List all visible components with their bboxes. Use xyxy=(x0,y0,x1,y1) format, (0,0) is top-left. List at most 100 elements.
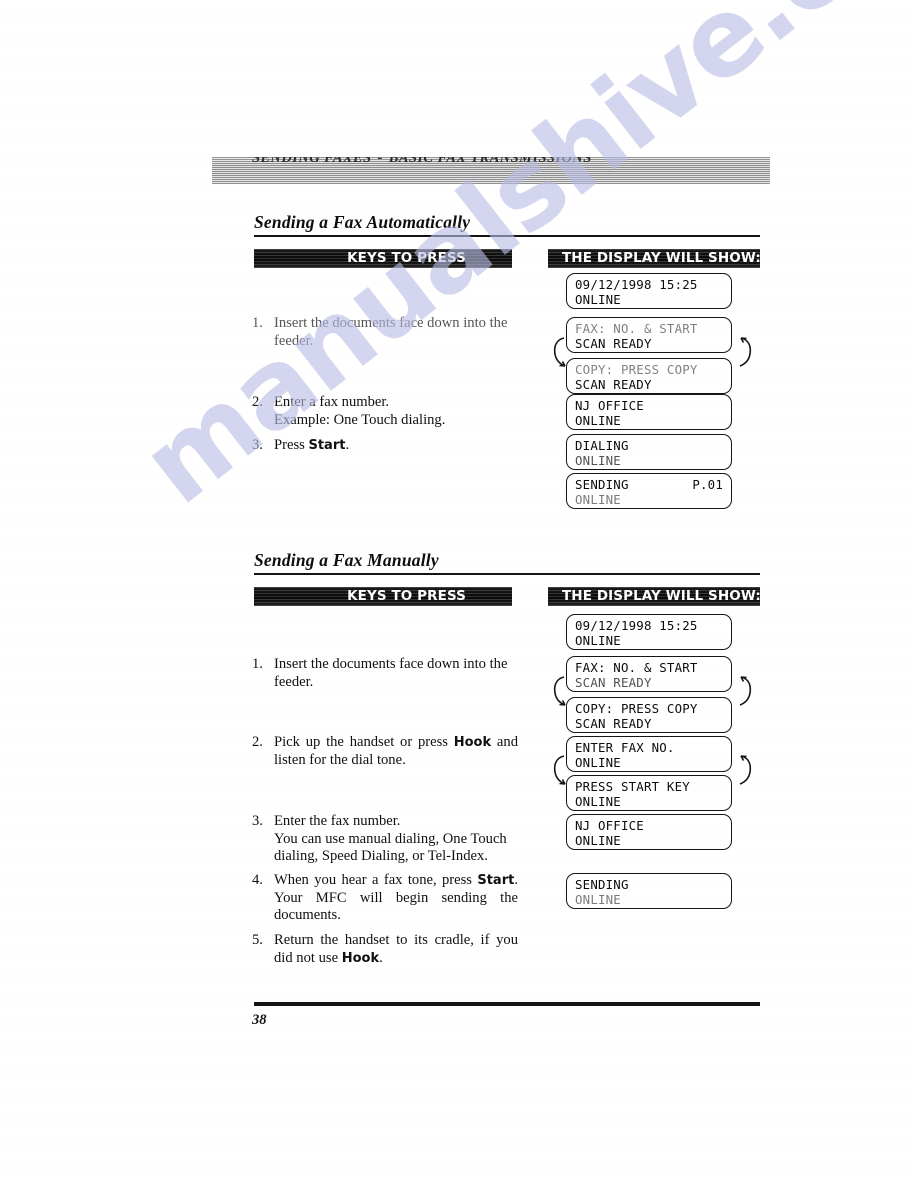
step-text-pre: Return the handset to its cradle, if you… xyxy=(274,932,518,966)
lcd-display-box: PRESS START KEY ONLINE xyxy=(566,775,732,811)
step-item: 2. Enter a fax number. Example: One Touc… xyxy=(252,394,518,429)
step-number: 3. xyxy=(252,437,263,453)
step-keyword-start: Start xyxy=(477,873,515,888)
lcd-display-box: COPY: PRESS COPY SCAN READY xyxy=(566,358,732,394)
column-header-label: KEYS TO PRESS xyxy=(347,588,466,604)
lcd-line-1: 09/12/1998 15:25 xyxy=(575,618,698,633)
page-number: 38 xyxy=(252,1012,267,1028)
footer-rule xyxy=(254,1002,760,1006)
step-text: Press Start. xyxy=(274,437,518,455)
scanned-manual-page: SENDING FAXES - BASIC FAX TRANSMISSIONS Se… xyxy=(0,0,918,1188)
lcd-line-2: ONLINE xyxy=(575,794,621,809)
section-title-automatic: Sending a Fax Automatically xyxy=(254,212,471,232)
cycle-arrow-right xyxy=(734,754,754,786)
lcd-line-2: ONLINE xyxy=(575,453,621,468)
section-rule-manual xyxy=(254,573,760,575)
column-header-label: KEYS TO PRESS xyxy=(347,250,466,266)
lcd-line-1: COPY: PRESS COPY xyxy=(575,701,698,716)
lcd-display-box: COPY: PRESS COPY SCAN READY xyxy=(566,697,732,733)
column-header-label: THE DISPLAY WILL SHOW: xyxy=(562,588,760,604)
step-number: 3. xyxy=(252,813,263,829)
step-keyword-start: Start xyxy=(308,438,346,453)
lcd-display-box: 09/12/1998 15:25 ONLINE xyxy=(566,614,732,650)
step-item: 1. Insert the documents face down into t… xyxy=(252,315,518,350)
step-text: Pick up the handset or press Hook and li… xyxy=(274,734,518,769)
step-text-line2: Example: One Touch dialing. xyxy=(274,411,446,428)
section-title-manual: Sending a Fax Manually xyxy=(254,550,439,570)
step-text-pre: Press xyxy=(274,437,309,453)
step-item: 3. Enter the fax number. You can use man… xyxy=(252,813,518,866)
lcd-display-box: FAX: NO. & START SCAN READY xyxy=(566,656,732,692)
step-text-line1: Enter the fax number. xyxy=(274,813,401,829)
step-keyword-hook: Hook xyxy=(453,735,492,750)
step-text: Enter a fax number. Example: One Touch d… xyxy=(274,394,518,429)
step-text-post: . xyxy=(345,437,350,453)
lcd-line-1: ENTER FAX NO. xyxy=(575,740,675,755)
lcd-line-1: SENDING P.01 xyxy=(575,477,723,492)
lcd-line-1: SENDING xyxy=(575,877,629,892)
step-number: 4. xyxy=(252,872,263,888)
lcd-line-1: DIALING xyxy=(575,438,629,453)
lcd-line-2: ONLINE xyxy=(575,633,621,648)
step-text: When you hear a fax tone, press Start. Y… xyxy=(274,872,518,925)
step-text-line1: Enter a fax number. xyxy=(274,394,390,410)
cycle-arrow-right xyxy=(734,675,754,707)
lcd-line-2: ONLINE xyxy=(575,892,621,907)
running-head-band: SENDING FAXES - BASIC FAX TRANSMISSIONS xyxy=(212,157,770,184)
lcd-line-2: SCAN READY xyxy=(575,336,652,351)
step-item: 3. Press Start. xyxy=(252,437,518,455)
step-item: 2. Pick up the handset or press Hook and… xyxy=(252,734,518,769)
lcd-line-1-right: P.01 xyxy=(692,477,723,492)
lcd-line-1: PRESS START KEY xyxy=(575,779,690,794)
step-text: Insert the documents face down into the … xyxy=(274,656,508,690)
lcd-line-2: ONLINE xyxy=(575,413,621,428)
column-header-label: THE DISPLAY WILL SHOW: xyxy=(562,250,760,266)
lcd-display-box: NJ OFFICE ONLINE xyxy=(566,394,732,430)
lcd-display-box: SENDING P.01 ONLINE xyxy=(566,473,732,509)
lcd-line-1-left: SENDING xyxy=(575,477,629,492)
step-text-pre: When you hear a fax tone, press xyxy=(274,872,478,888)
step-text-pre: Pick up the handset or press xyxy=(274,734,454,750)
running-head-chapter: SENDING FAXES xyxy=(252,157,372,166)
lcd-line-1: COPY: PRESS COPY xyxy=(575,362,698,377)
step-number: 2. xyxy=(252,734,263,750)
lcd-line-2: ONLINE xyxy=(575,833,621,848)
step-number: 1. xyxy=(252,315,263,331)
step-item: 1. Insert the documents face down into t… xyxy=(252,656,518,691)
step-number: 2. xyxy=(252,394,263,410)
running-head-topic: BASIC FAX TRANSMISSIONS xyxy=(388,157,592,166)
lcd-display-box: FAX: NO. & START SCAN READY xyxy=(566,317,732,353)
step-keyword-hook: Hook xyxy=(341,950,380,966)
cycle-arrow-right xyxy=(734,336,754,368)
column-header-keys-to-press-1: KEYS TO PRESS xyxy=(254,249,512,268)
lcd-line-2: SCAN READY xyxy=(575,377,652,392)
lcd-display-box: NJ OFFICE ONLINE xyxy=(566,814,732,850)
step-number: 5. xyxy=(252,932,263,948)
lcd-line-1: NJ OFFICE xyxy=(575,398,644,413)
lcd-display-box: ENTER FAX NO. ONLINE xyxy=(566,736,732,772)
lcd-line-2: ONLINE xyxy=(575,292,621,307)
step-item: 4. When you hear a fax tone, press Start… xyxy=(252,872,518,925)
lcd-line-2: ONLINE xyxy=(575,492,621,507)
lcd-line-2: SCAN READY xyxy=(575,675,652,690)
section-rule-automatic xyxy=(254,235,760,237)
lcd-line-1: FAX: NO. & START xyxy=(575,660,698,675)
lcd-line-2: SCAN READY xyxy=(575,716,652,731)
step-text-post: . xyxy=(379,949,383,966)
step-text: Enter the fax number. You can use manual… xyxy=(274,813,518,866)
lcd-line-1: NJ OFFICE xyxy=(575,818,644,833)
step-text-line2: You can use manual dialing, One Touch di… xyxy=(274,830,507,865)
column-header-display-will-show-1: THE DISPLAY WILL SHOW: xyxy=(548,249,760,268)
lcd-display-box: DIALING ONLINE xyxy=(566,434,732,470)
step-text: Insert the documents face down into the … xyxy=(274,315,508,349)
running-head-separator: - xyxy=(377,157,383,166)
lcd-line-1: FAX: NO. & START xyxy=(575,321,698,336)
running-head-text: SENDING FAXES - BASIC FAX TRANSMISSIONS xyxy=(252,157,592,167)
step-text: Return the handset to its cradle, if you… xyxy=(274,932,518,967)
lcd-line-2: ONLINE xyxy=(575,755,621,770)
step-item: 5. Return the handset to its cradle, if … xyxy=(252,932,518,967)
step-number: 1. xyxy=(252,656,263,672)
lcd-line-1: 09/12/1998 15:25 xyxy=(575,277,698,292)
lcd-display-box: SENDING ONLINE xyxy=(566,873,732,909)
column-header-keys-to-press-2: KEYS TO PRESS xyxy=(254,587,512,606)
